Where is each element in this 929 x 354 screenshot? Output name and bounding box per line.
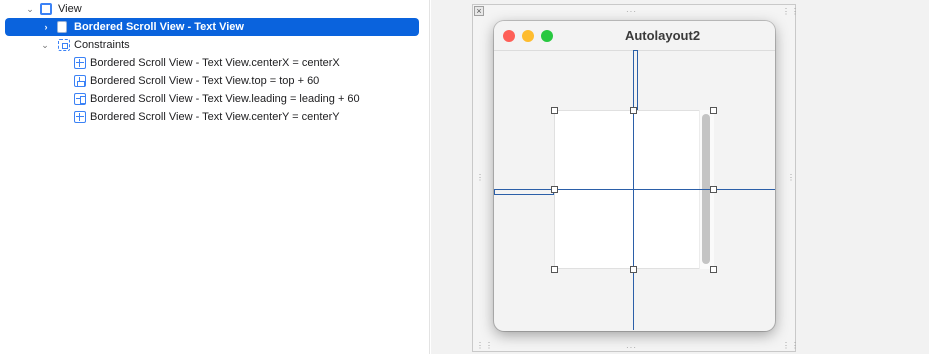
resize-grip-icon[interactable]: ⋮ — [476, 174, 485, 182]
resize-handle[interactable] — [710, 266, 717, 273]
outline-row-constraint[interactable]: Bordered Scroll View - Text View.leading… — [0, 90, 430, 108]
resize-grip-icon[interactable]: ··· — [626, 8, 637, 16]
disclosure-collapsed-icon[interactable]: › — [41, 22, 51, 32]
scene-close-icon[interactable]: × — [474, 6, 484, 16]
top-constraint-line[interactable] — [637, 50, 638, 110]
center-x-constraint-line[interactable] — [633, 50, 634, 330]
outline-row-constraint[interactable]: Bordered Scroll View - Text View.centerY… — [0, 108, 430, 126]
resize-handle[interactable] — [551, 107, 558, 114]
view-icon — [40, 3, 52, 15]
resize-grip-icon[interactable]: ⋮⋮ — [782, 342, 800, 350]
window-title: Autolayout2 — [624, 28, 701, 43]
resize-grip-icon[interactable]: ⋮ — [787, 174, 796, 182]
resize-grip-icon[interactable]: ⋮⋮ — [476, 342, 494, 350]
constraint-label: Bordered Scroll View - Text View.top = t… — [90, 75, 320, 87]
constraints-group-icon — [58, 39, 70, 51]
document-outline: ⌄ View › Bordered Scroll View - Text Vie… — [0, 0, 430, 354]
leading-constraint-icon — [74, 93, 86, 105]
window-titlebar[interactable]: Autolayout2 — [494, 21, 775, 51]
top-constraint-cap — [633, 50, 638, 51]
center-x-constraint-icon — [74, 57, 86, 69]
outline-row-constraints[interactable]: ⌄ Constraints — [0, 36, 430, 54]
disclosure-expanded-icon[interactable]: ⌄ — [25, 4, 35, 14]
outline-row-constraint[interactable]: Bordered Scroll View - Text View.top = t… — [0, 72, 430, 90]
disclosure-expanded-icon[interactable]: ⌄ — [40, 40, 50, 50]
constraint-label: Bordered Scroll View - Text View.leading… — [90, 93, 360, 105]
resize-grip-icon[interactable]: ⋮⋮ — [782, 8, 800, 16]
resize-handle[interactable] — [630, 107, 637, 114]
outline-row-bordered-scroll-view[interactable]: › Bordered Scroll View - Text View — [5, 18, 419, 36]
resize-handle[interactable] — [551, 186, 558, 193]
center-y-constraint-line[interactable] — [494, 189, 775, 190]
outline-label-scroll-view: Bordered Scroll View - Text View — [74, 21, 244, 33]
leading-constraint-cap — [494, 189, 495, 195]
leading-constraint-line[interactable] — [494, 194, 554, 195]
outline-label-constraints: Constraints — [74, 39, 130, 51]
constraint-label: Bordered Scroll View - Text View.centerX… — [90, 57, 340, 69]
resize-grip-icon[interactable]: ··· — [626, 344, 637, 352]
resize-handle[interactable] — [551, 266, 558, 273]
resize-handle[interactable] — [630, 266, 637, 273]
center-y-constraint-icon — [74, 111, 86, 123]
scroll-view-icon — [57, 21, 67, 33]
outline-row-constraint[interactable]: Bordered Scroll View - Text View.centerX… — [0, 54, 430, 72]
resize-handle[interactable] — [710, 186, 717, 193]
outline-row-view[interactable]: ⌄ View — [0, 0, 430, 18]
outline-label-view: View — [58, 3, 82, 15]
constraint-label: Bordered Scroll View - Text View.centerY… — [90, 111, 340, 123]
top-constraint-icon — [74, 75, 86, 87]
resize-handle[interactable] — [710, 107, 717, 114]
